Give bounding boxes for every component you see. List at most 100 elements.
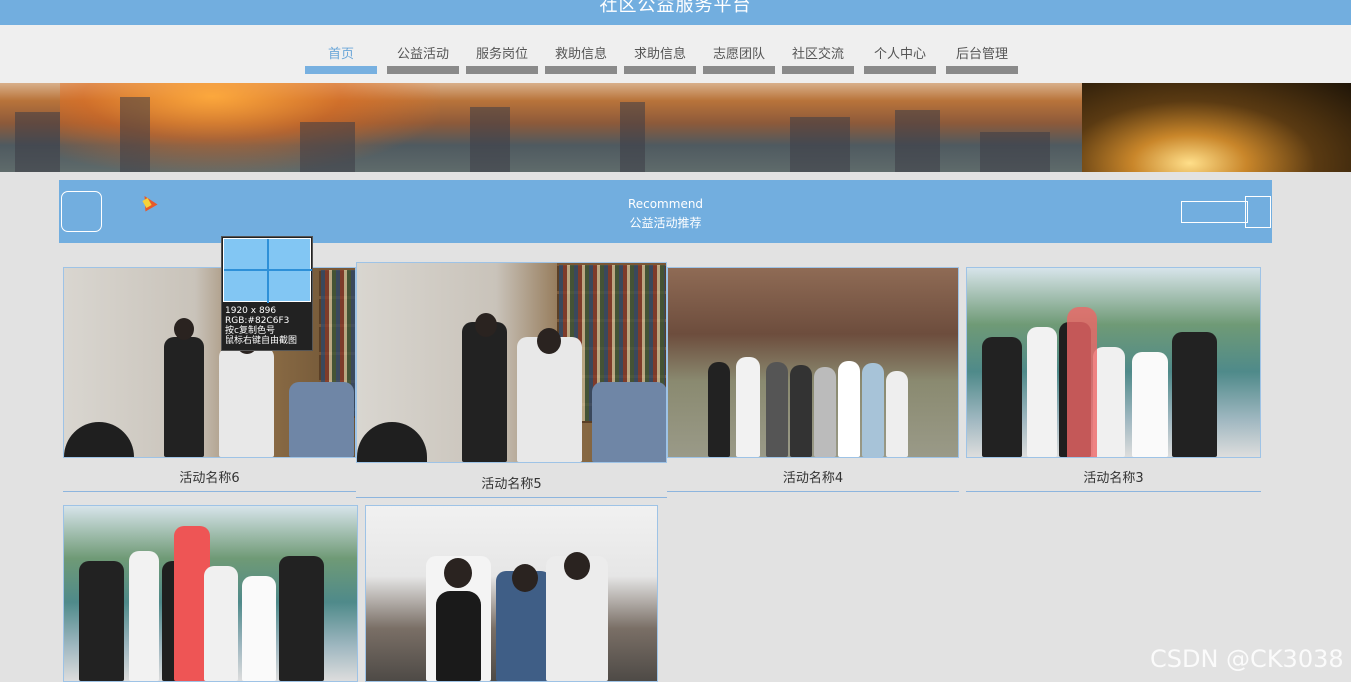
person <box>1067 307 1097 457</box>
banner-sun-glow <box>60 83 440 172</box>
nav-item-label: 首页 <box>327 47 354 62</box>
activity-card[interactable]: 活动名称5 <box>356 262 667 498</box>
nav-item-underline <box>864 66 936 74</box>
color-picker-tooltip: 1920 x 896 RGB:#82C6F3 按c复制色号 鼠标右键自由截图 <box>221 236 313 351</box>
nav-item-underline <box>782 66 854 74</box>
person <box>1027 327 1057 457</box>
nav-item-admin[interactable]: 后台管理 <box>946 25 1018 83</box>
person <box>64 422 134 457</box>
nav-item-underline <box>305 66 377 74</box>
person <box>1132 352 1168 457</box>
picker-rgb: RGB:#82C6F3 <box>225 316 290 326</box>
person <box>1093 347 1125 457</box>
card-divider <box>63 491 356 492</box>
activity-card[interactable] <box>365 505 658 682</box>
person <box>1172 332 1217 457</box>
banner-building <box>300 122 355 172</box>
person <box>357 422 427 462</box>
activity-card[interactable]: 活动名称3 <box>966 267 1261 492</box>
nav-item-charity-activities[interactable]: 公益活动 <box>387 25 459 83</box>
activity-name: 活动名称5 <box>481 477 542 492</box>
banner-next-slide-image <box>1082 83 1351 172</box>
nav-item-label: 公益活动 <box>396 47 449 62</box>
card-divider <box>667 491 959 492</box>
activity-name: 活动名称3 <box>1083 471 1144 486</box>
person <box>766 362 788 457</box>
person-head <box>537 328 561 354</box>
carousel-next-button[interactable] <box>1181 201 1248 223</box>
person <box>279 556 324 681</box>
person <box>129 551 159 681</box>
activity-photo <box>356 262 667 463</box>
nav-item-volunteer-teams[interactable]: 志愿团队 <box>703 25 775 83</box>
person-head <box>564 552 590 580</box>
activity-name: 活动名称6 <box>179 471 240 486</box>
activity-photo <box>966 267 1261 458</box>
watermark: CSDN @CK3038 <box>1150 645 1344 673</box>
color-swatch <box>223 238 312 303</box>
nav-item-label: 求助信息 <box>633 47 686 62</box>
site-header: 社区公益服务平台 <box>0 0 1351 25</box>
hero-banner <box>0 83 1351 172</box>
person <box>242 576 276 681</box>
person <box>517 337 582 462</box>
nav-item-label: 救助信息 <box>554 47 607 62</box>
nav-item-label: 志愿团队 <box>712 47 765 62</box>
picker-size: 1920 x 896 <box>225 306 277 316</box>
nav-item-underline <box>466 66 538 74</box>
recommend-title-zh: 公益活动推荐 <box>629 216 702 230</box>
person-head <box>475 313 497 337</box>
person <box>886 371 908 457</box>
card-divider <box>966 491 1261 492</box>
nav-item-service-posts[interactable]: 服务岗位 <box>466 25 538 83</box>
banner-building <box>120 97 150 172</box>
person <box>462 322 507 462</box>
site-title: 社区公益服务平台 <box>599 0 752 16</box>
nav-item-underline <box>624 66 696 74</box>
person <box>982 337 1022 457</box>
backpack <box>436 591 481 681</box>
carousel-next-button-edge[interactable] <box>1245 196 1271 228</box>
nav-item-relief-info[interactable]: 救助信息 <box>545 25 617 83</box>
person <box>838 361 860 457</box>
picker-copy-hint: 按c复制色号 <box>225 326 275 336</box>
activity-card[interactable]: 活动名称4 <box>667 267 959 492</box>
person-head <box>174 318 194 340</box>
person <box>204 566 238 681</box>
recommend-title-en: Recommend <box>627 197 704 211</box>
person <box>736 357 760 457</box>
banner-building <box>15 112 60 172</box>
nav-item-underline <box>545 66 617 74</box>
nav-item-underline <box>703 66 775 74</box>
person <box>219 347 274 457</box>
nav-item-underline <box>946 66 1018 74</box>
person <box>289 382 354 457</box>
person <box>79 561 124 681</box>
activity-photo <box>63 505 358 682</box>
nav-item-label: 社区交流 <box>791 47 844 62</box>
activity-photo <box>365 505 658 682</box>
banner-building <box>620 102 645 172</box>
activity-card[interactable] <box>63 505 358 682</box>
card-divider <box>356 497 667 498</box>
nav-item-label: 服务岗位 <box>475 47 528 62</box>
recommend-header: Recommend 公益活动推荐 <box>59 180 1272 243</box>
person <box>862 363 884 457</box>
person <box>814 367 836 457</box>
person-head <box>444 558 472 588</box>
person-head <box>512 564 538 592</box>
activity-name: 活动名称4 <box>782 471 844 486</box>
banner-building <box>470 107 510 172</box>
banner-building <box>980 132 1050 172</box>
person <box>164 337 204 457</box>
nav-item-label: 个人中心 <box>873 47 926 62</box>
person <box>592 382 666 462</box>
person <box>708 362 730 457</box>
banner-building <box>790 117 850 172</box>
banner-building <box>895 110 940 172</box>
nav-item-user-center[interactable]: 个人中心 <box>864 25 936 83</box>
nav-item-home[interactable]: 首页 <box>305 25 377 83</box>
nav-item-community-forum[interactable]: 社区交流 <box>782 25 854 83</box>
nav-item-help-requests[interactable]: 求助信息 <box>624 25 696 83</box>
nav-item-label: 后台管理 <box>955 47 1008 62</box>
